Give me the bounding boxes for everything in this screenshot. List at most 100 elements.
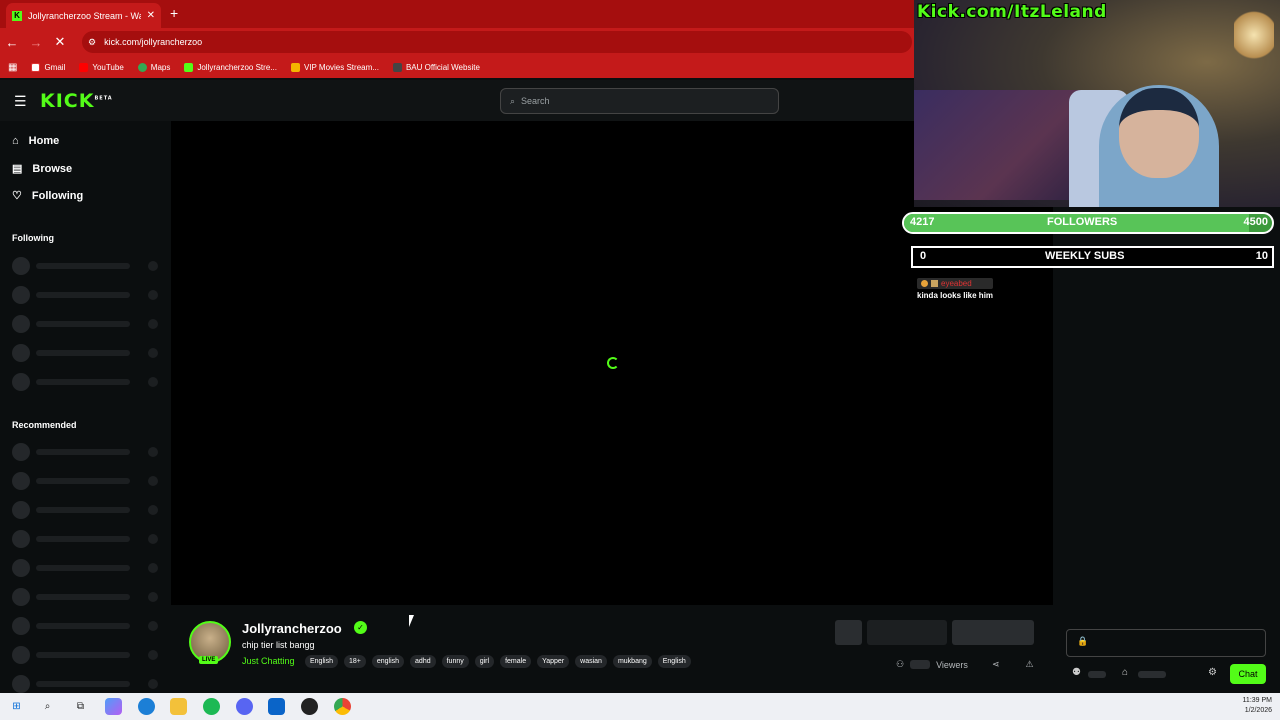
action-button-skeleton [952, 620, 1034, 645]
emote-icon[interactable]: ⚉ [1072, 667, 1081, 678]
chat-settings-icon[interactable]: ⚙ [1208, 667, 1217, 678]
loading-spinner-icon [607, 357, 619, 369]
tag[interactable]: funny [441, 655, 469, 668]
bau-icon [392, 62, 402, 72]
live-badge: LIVE [199, 656, 219, 664]
channel-skeleton [12, 442, 160, 461]
chrome-icon[interactable] [334, 698, 351, 715]
channel-skeleton [12, 674, 160, 693]
tag[interactable]: adhd [410, 655, 436, 668]
sidebar-item-home[interactable]: ⌂ Home [12, 135, 59, 147]
tag[interactable]: English [305, 655, 338, 668]
verified-icon: ✓ [354, 621, 367, 634]
edge-icon[interactable] [138, 698, 155, 715]
channel-skeleton [12, 285, 160, 304]
bookmarks-bar: ▦ Gmail YouTube Maps Jollyrancherzoo Str… [0, 56, 914, 78]
address-bar-row: ← → ✕ ⚙ kick.com/jollyrancherzoo [0, 28, 914, 56]
channel-skeleton [12, 587, 160, 606]
file-explorer-icon[interactable] [170, 698, 187, 715]
bookmark-bau[interactable]: BAU Official Website [392, 62, 480, 72]
stop-loading-icon[interactable]: ✕ [48, 34, 72, 50]
bookmark-jollyrancherzoo[interactable]: Jollyrancherzoo Stre... [184, 62, 277, 72]
new-tab-icon[interactable]: + [170, 5, 178, 21]
kick-icon [184, 62, 194, 72]
channel-skeleton [12, 314, 160, 333]
channel-skeleton [12, 645, 160, 664]
copilot-icon[interactable] [105, 698, 122, 715]
subs-goal-bar: 0 WEEKLY SUBS 10 [911, 246, 1274, 268]
viewers-icon: ⚇ [896, 659, 905, 669]
chat-input[interactable]: 🔒 [1066, 629, 1266, 657]
search-icon[interactable]: ⌕ [39, 698, 56, 715]
browse-icon: ▤ [12, 163, 23, 175]
store-skeleton [1138, 671, 1166, 678]
tag[interactable]: mukbang [612, 655, 652, 668]
following-section-label: Following [12, 233, 54, 243]
menu-icon[interactable]: ☰ [14, 93, 27, 110]
forward-icon[interactable]: → [24, 35, 48, 50]
followers-current: 4217 [910, 216, 935, 228]
apps-grid-icon[interactable]: ▦ [8, 62, 17, 73]
search-icon: ⌕ [510, 95, 516, 106]
kick-favicon-icon: K [12, 10, 22, 21]
stream-category[interactable]: Just Chatting [242, 656, 295, 666]
report-icon[interactable]: ⚠ [1025, 659, 1033, 670]
site-settings-icon[interactable]: ⚙ [88, 37, 96, 48]
discord-icon[interactable] [236, 698, 253, 715]
bookmark-vip-movies[interactable]: VIP Movies Stream... [290, 62, 379, 72]
home-icon: ⌂ [12, 135, 19, 147]
store-icon[interactable]: ⌂ [1122, 667, 1128, 678]
overlay-chat-message: eyeabed kinda looks like him [917, 278, 993, 300]
windows-start-icon[interactable]: ⊞ [8, 698, 25, 715]
overlay-chat-user: eyeabed [917, 278, 993, 289]
tag[interactable]: english [371, 655, 405, 668]
channel-skeleton [12, 529, 160, 548]
close-tab-icon[interactable]: ✕ [147, 10, 155, 21]
url-field[interactable]: ⚙ kick.com/jollyrancherzoo [82, 31, 912, 53]
tag[interactable]: female [500, 655, 532, 668]
sidebar-item-following[interactable]: ♡ Following [12, 189, 83, 203]
sidebar-item-browse[interactable]: ▤ Browse [12, 162, 72, 176]
bookmark-youtube[interactable]: YouTube [79, 62, 124, 72]
browser-tab-bar: K Jollyrancherzoo Stream - Watch ✕ + [0, 0, 914, 28]
streamer-name[interactable]: Jollyrancherzoo [242, 621, 342, 636]
viewers-label: Viewers [936, 659, 968, 670]
points-skeleton [1088, 671, 1106, 678]
bookmark-maps[interactable]: Maps [137, 62, 170, 72]
search-input[interactable]: ⌕ Search [500, 88, 779, 114]
kick-logo[interactable]: KICKBETA [40, 90, 113, 112]
mouse-cursor-icon [409, 615, 414, 627]
taskbar: ⊞ ⌕ ⧉ 11:39 PM 1/2/2026 [0, 693, 1280, 720]
system-clock[interactable]: 11:39 PM 1/2/2026 [1243, 696, 1272, 716]
spotify-icon[interactable] [203, 698, 220, 715]
subs-goal: 10 [1255, 250, 1268, 262]
chat-send-button[interactable]: Chat [1230, 664, 1266, 684]
star-icon [290, 62, 300, 72]
bookmark-gmail[interactable]: Gmail [31, 62, 65, 72]
url-text: kick.com/jollyrancherzoo [104, 37, 203, 47]
tag[interactable]: wasian [575, 655, 607, 668]
task-view-icon[interactable]: ⧉ [72, 698, 89, 715]
followers-goal-bar: 4217 FOLLOWERS 4500 [902, 212, 1274, 234]
outlook-icon[interactable] [268, 698, 285, 715]
badge-icon [931, 280, 938, 287]
sidebar: ⌂ Home ▤ Browse ♡ Following Following Recom… [0, 121, 170, 693]
maps-pin-icon [137, 62, 147, 72]
viewers-count: ⚇ Viewers ⋖ ⚠ [896, 659, 1034, 670]
overlay-channel-text: Kick.com/ItzLeland [917, 2, 1107, 22]
browser-tab[interactable]: K Jollyrancherzoo Stream - Watch ✕ [6, 3, 161, 28]
tag[interactable]: English [657, 655, 691, 668]
share-icon[interactable]: ⋖ [992, 659, 1000, 670]
recommended-section-label: Recommended [12, 420, 77, 430]
tag[interactable]: Yapper [537, 655, 570, 668]
tag[interactable]: 18+ [343, 655, 366, 668]
webcam-bed [914, 90, 1094, 200]
webcam-lamp [1234, 10, 1274, 60]
back-icon[interactable]: ← [0, 35, 24, 50]
channel-skeleton [12, 500, 160, 519]
webcam-head [1119, 88, 1199, 178]
tag[interactable]: girl [474, 655, 495, 668]
obs-icon[interactable] [301, 698, 318, 715]
site-header: ☰ KICKBETA ⌕ Search [0, 80, 914, 121]
clock-date: 1/2/2026 [1244, 707, 1272, 714]
